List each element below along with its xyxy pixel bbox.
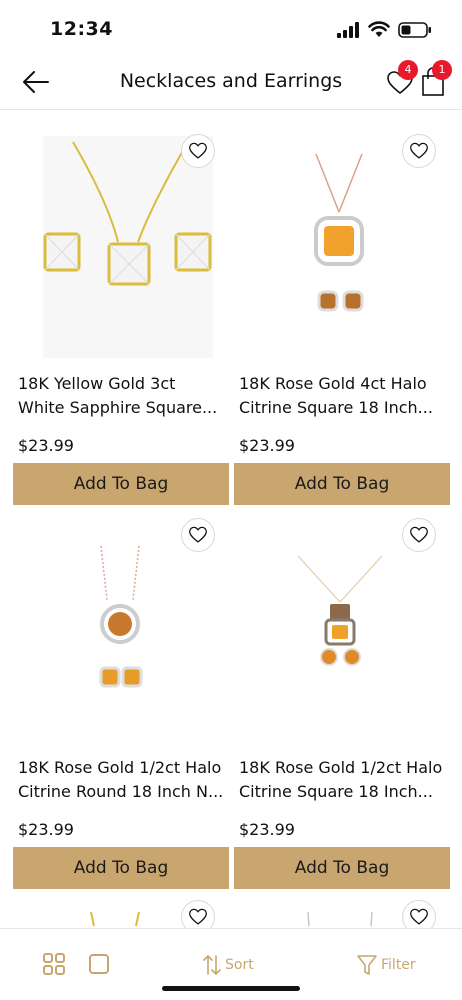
product-title[interactable]: 18K Rose Gold 1/2ct Halo Citrine Round 1… <box>18 756 226 804</box>
add-to-bag-button[interactable]: Add To Bag <box>234 847 450 889</box>
bag-count-badge: 1 <box>432 60 452 80</box>
product-title-line: 18K Rose Gold 1/2ct Halo <box>18 758 222 777</box>
favorite-button[interactable] <box>402 518 436 552</box>
top-app-bar: Necklaces and Earrings <box>0 56 462 110</box>
heart-outline-icon <box>189 526 207 543</box>
product-title[interactable]: 18K Rose Gold 1/2ct Halo Citrine Square … <box>239 756 447 804</box>
product-title-line: White Sapphire Square... <box>18 398 218 417</box>
product-title-line: Citrine Square 18 Inch... <box>239 398 433 417</box>
battery-icon <box>398 22 431 38</box>
wishlist-count-badge: 4 <box>398 60 418 80</box>
single-view-icon[interactable] <box>89 954 109 974</box>
home-indicator <box>162 986 300 991</box>
wifi-icon <box>368 21 390 37</box>
product-title-line: 18K Rose Gold 4ct Halo <box>239 374 427 393</box>
product-price: $23.99 <box>18 820 74 839</box>
product-title-line: Citrine Round 18 Inch N... <box>18 782 224 801</box>
add-to-bag-button[interactable]: Add To Bag <box>13 463 229 505</box>
product-title[interactable]: 18K Yellow Gold 3ct White Sapphire Squar… <box>18 372 226 420</box>
product-price: $23.99 <box>18 436 74 455</box>
heart-outline-icon <box>410 908 428 925</box>
product-image-partial <box>307 911 373 927</box>
product-price: $23.99 <box>239 436 295 455</box>
add-to-bag-button[interactable]: Add To Bag <box>13 847 229 889</box>
signal-icon <box>337 22 359 38</box>
favorite-button[interactable] <box>181 518 215 552</box>
sort-arrows-icon <box>203 954 221 976</box>
grid-view-icon[interactable] <box>43 953 65 975</box>
product-title-line: 18K Yellow Gold 3ct <box>18 374 176 393</box>
heart-outline-icon <box>189 142 207 159</box>
product-title[interactable]: 18K Rose Gold 4ct Halo Citrine Square 18… <box>239 372 447 420</box>
favorite-button[interactable] <box>181 134 215 168</box>
product-image-partial <box>90 911 140 927</box>
product-price: $23.99 <box>239 820 295 839</box>
filter-label: Filter <box>381 957 416 973</box>
favorite-button[interactable] <box>402 134 436 168</box>
status-time: 12:34 <box>50 18 113 40</box>
product-title-line: Citrine Square 18 Inch... <box>239 782 433 801</box>
status-bar: 12:34 <box>0 0 462 56</box>
product-title-line: 18K Rose Gold 1/2ct Halo <box>239 758 443 777</box>
sort-button[interactable]: Sort <box>203 953 254 977</box>
heart-outline-icon <box>189 908 207 925</box>
add-to-bag-button[interactable]: Add To Bag <box>234 463 450 505</box>
heart-outline-icon <box>410 526 428 543</box>
sort-label: Sort <box>225 957 254 973</box>
heart-outline-icon <box>410 142 428 159</box>
filter-button[interactable]: Filter <box>357 953 416 977</box>
filter-funnel-icon <box>357 955 377 975</box>
